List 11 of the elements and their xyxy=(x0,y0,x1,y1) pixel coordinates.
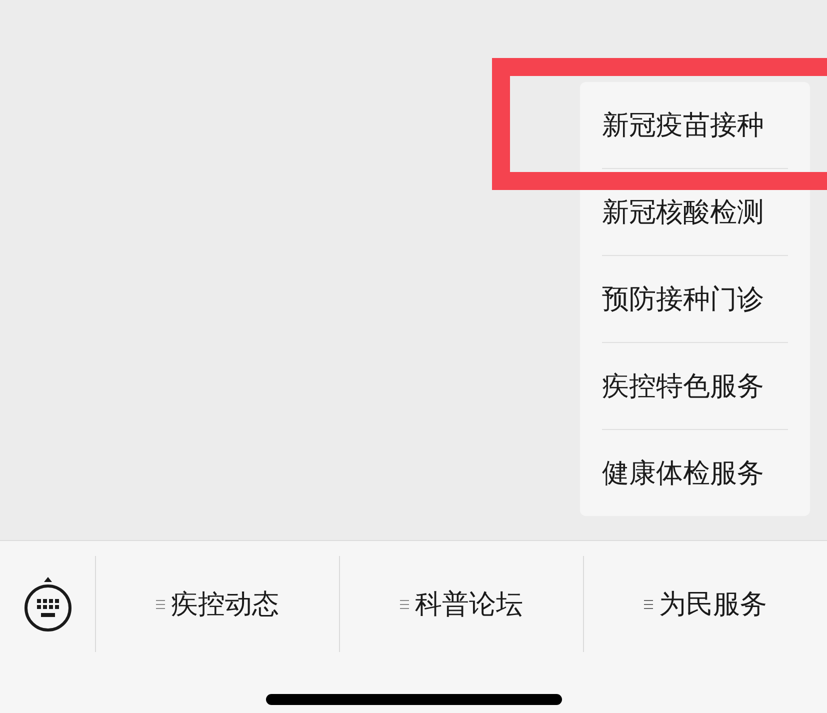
menu-item[interactable]: 疾控特色服务 xyxy=(602,368,764,404)
menu-item[interactable]: 新冠核酸检测 xyxy=(602,194,764,230)
menu-tab[interactable]: 疾控动态 xyxy=(150,582,285,626)
menu-item[interactable]: 健康体检服务 xyxy=(602,455,764,491)
menu-item[interactable]: 新冠疫苗接种 xyxy=(602,107,764,143)
menu-item[interactable]: 预防接种门诊 xyxy=(602,281,764,317)
menu-tab[interactable]: 科普论坛 xyxy=(394,582,529,626)
menu-lines-icon xyxy=(644,598,653,610)
menu-lines-icon xyxy=(156,598,165,610)
menu-tab[interactable]: 为民服务 xyxy=(638,582,773,626)
menu-lines-icon xyxy=(400,598,409,610)
